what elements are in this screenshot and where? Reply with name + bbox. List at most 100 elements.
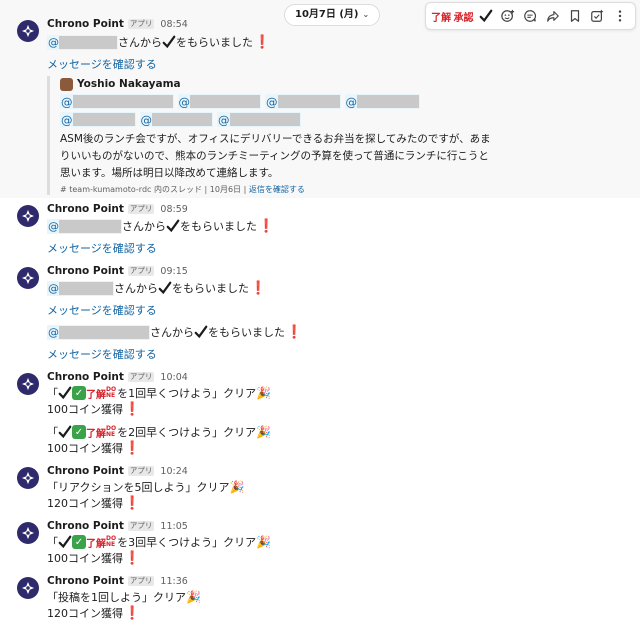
- quest-clear-text: 「 ✓ 了解 DO NE を1回早くつけよう」クリア 🎉: [47, 386, 272, 401]
- quote-author-name[interactable]: Yoshio Nakayama: [77, 78, 181, 90]
- app-avatar[interactable]: [17, 267, 39, 289]
- app-avatar[interactable]: [17, 373, 39, 395]
- message-header: Chrono Point アプリ 10:04: [47, 370, 188, 384]
- app-badge: アプリ: [127, 19, 155, 29]
- user-mention[interactable]: @: [47, 280, 114, 296]
- quote-mentions: @ @ @ @ @ @ @: [60, 94, 490, 127]
- more-options-icon: [618, 10, 622, 22]
- add-reaction-icon: [501, 9, 515, 22]
- sender-name[interactable]: Chrono Point: [47, 203, 124, 215]
- check-mark-icon: [479, 9, 493, 23]
- user-mention[interactable]: @: [60, 112, 136, 127]
- check-mark-icon: [162, 35, 176, 49]
- save-for-later-button[interactable]: [564, 5, 586, 27]
- user-mention[interactable]: @: [217, 112, 301, 127]
- reply-in-thread-icon: [524, 10, 537, 22]
- message-header: Chrono Point アプリ 11:36: [47, 574, 188, 588]
- reply-in-thread-button[interactable]: [519, 5, 541, 27]
- timestamp[interactable]: 11:36: [160, 576, 187, 587]
- app-avatar[interactable]: [17, 205, 39, 227]
- quote-channel[interactable]: # team-kumamoto-rdc 内のスレッド: [60, 185, 202, 194]
- quest-clear-text: 「リアクションを5回しよう」クリア 🎉: [47, 480, 245, 494]
- user-mention[interactable]: @: [47, 218, 122, 234]
- view-message-link[interactable]: メッセージを確認する: [47, 302, 157, 318]
- message-text: @ さんから をもらいました ❗: [47, 280, 267, 296]
- chevron-down-icon: ⌄: [362, 10, 370, 19]
- message-header: Chrono Point アプリ 11:05: [47, 519, 188, 533]
- more-actions-button[interactable]: [609, 5, 631, 27]
- reaction-check-button[interactable]: [475, 5, 497, 27]
- view-message-link[interactable]: メッセージを確認する: [47, 346, 157, 362]
- view-message-link[interactable]: メッセージを確認する: [47, 56, 157, 72]
- timestamp[interactable]: 08:59: [160, 204, 187, 215]
- exclamation-icon: ❗: [250, 280, 267, 296]
- done-emoji-icon: DO NE: [106, 425, 117, 438]
- forward-message-button[interactable]: [542, 5, 564, 27]
- chrono-point-logo-icon: [21, 209, 35, 223]
- exclamation-icon: ❗: [124, 605, 141, 621]
- user-mention[interactable]: @: [60, 94, 174, 109]
- check-mark-icon: [194, 325, 208, 339]
- check-mark-icon: [58, 535, 72, 549]
- add-reaction-button[interactable]: [497, 5, 519, 27]
- user-mention[interactable]: @: [177, 94, 261, 109]
- message-header: Chrono Point アプリ 08:54: [47, 17, 188, 31]
- user-mention[interactable]: @: [344, 94, 420, 109]
- party-popper-icon: 🎉: [256, 425, 272, 439]
- timestamp[interactable]: 10:04: [160, 372, 187, 383]
- view-message-link[interactable]: メッセージを確認する: [47, 240, 157, 256]
- app-avatar[interactable]: [17, 20, 39, 42]
- quest-clear-text: 「 ✓ 了解 DO NE を2回早くつけよう」クリア 🎉: [47, 425, 272, 440]
- coins-earned-text: 100コイン獲得 ❗: [47, 401, 141, 417]
- exclamation-icon: ❗: [254, 34, 271, 50]
- done-emoji-icon: DO NE: [106, 386, 117, 399]
- check-mark-icon: [58, 425, 72, 439]
- reaction-shonin-button[interactable]: 承認: [452, 5, 474, 27]
- party-popper-icon: 🎉: [229, 480, 245, 494]
- date-divider-button[interactable]: 10月7日 (月) ⌄: [284, 4, 381, 26]
- white-check-mark-icon: ✓: [72, 425, 86, 439]
- sender-name[interactable]: Chrono Point: [47, 520, 124, 532]
- app-badge: アプリ: [127, 372, 155, 382]
- done-emoji-icon: DO NE: [106, 535, 117, 548]
- chrono-point-logo-icon: [21, 271, 35, 285]
- chrono-point-logo-icon: [21, 471, 35, 485]
- user-mention[interactable]: @: [47, 324, 150, 340]
- message-text: @ さんから をもらいました ❗: [47, 324, 303, 340]
- timestamp[interactable]: 11:05: [160, 521, 187, 532]
- app-avatar[interactable]: [17, 522, 39, 544]
- user-mention[interactable]: @: [265, 94, 341, 109]
- quote-header: Yoshio Nakayama: [60, 76, 487, 92]
- timestamp[interactable]: 10:24: [160, 466, 187, 477]
- view-replies-link[interactable]: 返信を確認する: [249, 185, 305, 194]
- exclamation-icon: ❗: [124, 440, 141, 456]
- create-task-button[interactable]: [586, 5, 608, 27]
- sender-name[interactable]: Chrono Point: [47, 575, 124, 587]
- coins-earned-text: 120コイン獲得 ❗: [47, 495, 141, 511]
- app-badge: アプリ: [127, 466, 155, 476]
- redacted-name: [59, 35, 117, 49]
- exclamation-icon: ❗: [124, 550, 141, 566]
- party-popper-icon: 🎉: [186, 590, 201, 604]
- sender-name[interactable]: Chrono Point: [47, 371, 124, 383]
- user-mention[interactable]: @: [139, 112, 213, 127]
- app-avatar[interactable]: [17, 467, 39, 489]
- sender-name[interactable]: Chrono Point: [47, 18, 124, 30]
- reaction-ryokai-button[interactable]: 了解: [430, 5, 452, 27]
- timestamp[interactable]: 09:15: [160, 266, 187, 277]
- bookmark-icon: [571, 10, 580, 22]
- party-popper-icon: 🎉: [256, 535, 272, 549]
- sender-name[interactable]: Chrono Point: [47, 265, 124, 277]
- quote-author-avatar[interactable]: [60, 77, 73, 91]
- timestamp[interactable]: 08:54: [160, 19, 187, 30]
- chrono-point-logo-icon: [21, 24, 35, 38]
- exclamation-icon: ❗: [258, 218, 275, 234]
- ryokai-emoji-icon: 了解: [86, 538, 106, 550]
- sender-name[interactable]: Chrono Point: [47, 465, 124, 477]
- app-avatar[interactable]: [17, 577, 39, 599]
- quote-body: ASM後のランチ会ですが、オフィスにデリバリーできるお弁当を探してみたのですが、…: [60, 133, 491, 179]
- app-badge: アプリ: [127, 266, 155, 276]
- user-mention[interactable]: @: [47, 34, 118, 50]
- forward-icon: [546, 11, 559, 22]
- quote-date[interactable]: 10月6日: [210, 185, 241, 194]
